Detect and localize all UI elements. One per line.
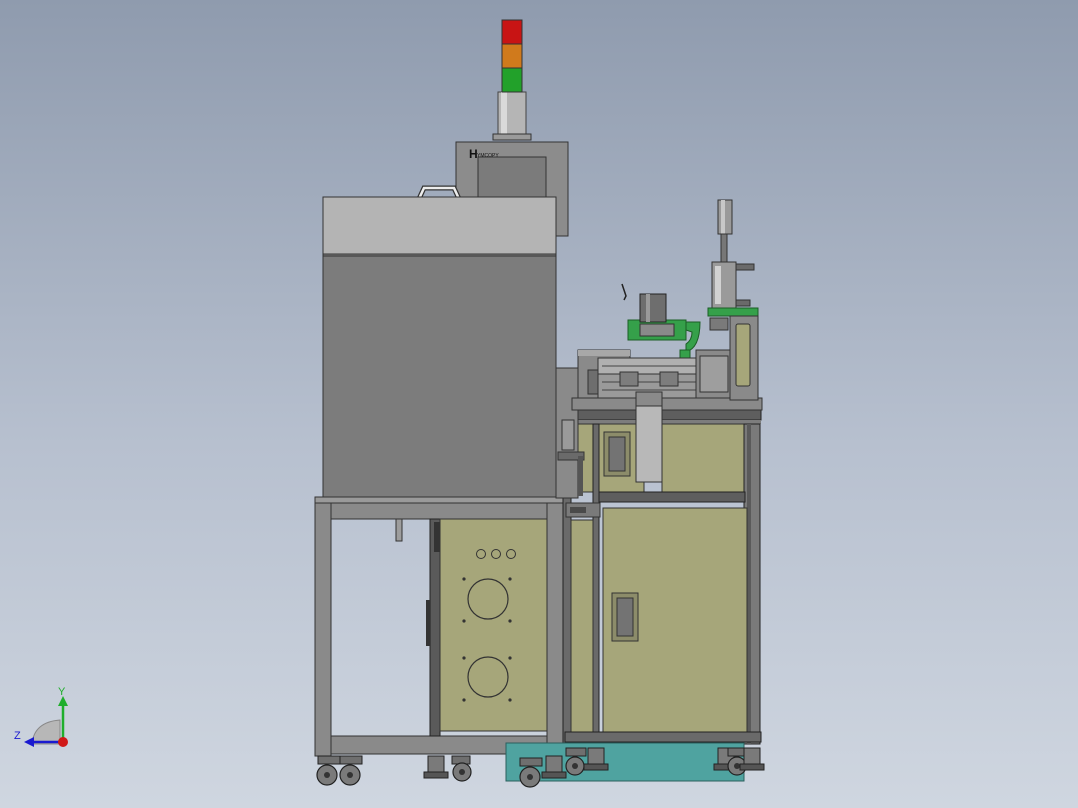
caster-1	[316, 755, 341, 786]
electrical-panel	[426, 518, 548, 737]
machine-assembly-model[interactable]: H YMCOPY	[0, 0, 1078, 808]
tower-light-red	[501, 19, 523, 45]
caster-3	[423, 755, 449, 779]
cad-viewport[interactable]: H YMCOPY Y Z	[0, 0, 1078, 808]
triad-axes-icon	[24, 696, 68, 747]
caster-6	[541, 755, 567, 779]
caster-4	[451, 755, 472, 782]
caster-2	[339, 755, 363, 786]
brand-text: YMCOPY	[477, 153, 499, 159]
caster-7	[565, 747, 587, 776]
z-axis-label: Z	[14, 730, 21, 742]
tower-light	[492, 19, 532, 141]
caster-8	[583, 747, 609, 771]
tower-light-green	[501, 67, 523, 93]
upper-cabinet	[314, 196, 566, 504]
coordinate-triad[interactable]: Y Z	[10, 686, 80, 752]
y-axis-label: Y	[58, 686, 66, 698]
tower-light-orange	[501, 43, 523, 69]
caster-11	[739, 747, 765, 771]
caster-5	[519, 757, 543, 788]
